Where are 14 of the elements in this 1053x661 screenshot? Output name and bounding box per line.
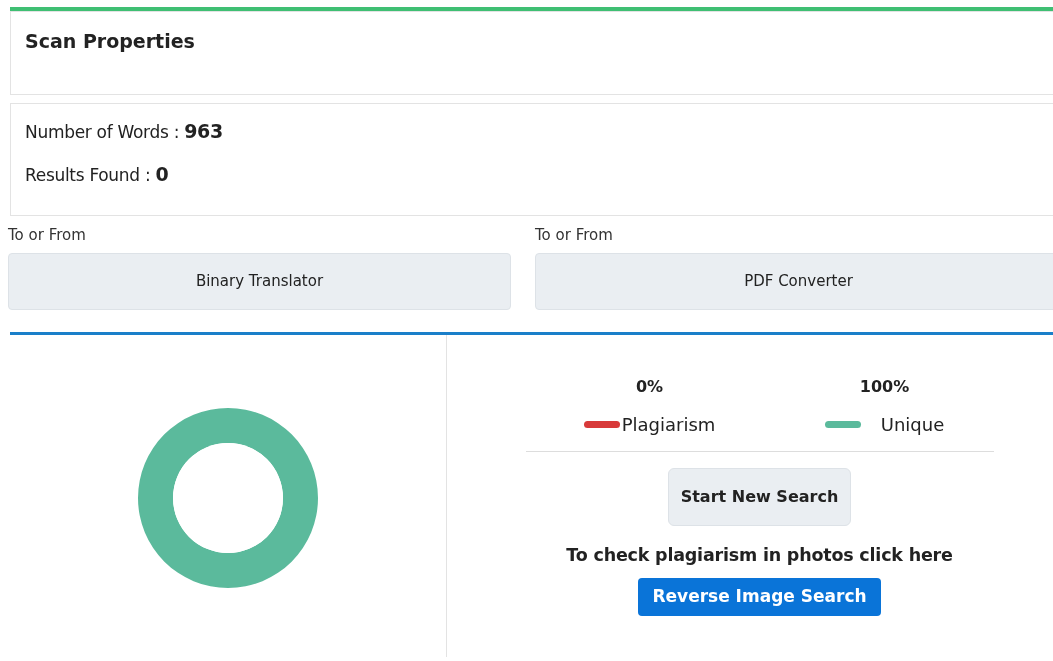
legend-label: Unique xyxy=(880,413,945,437)
stat-text: Results Found : 0 xyxy=(25,163,170,186)
hint-text: To check plagiarism in photos click here xyxy=(566,544,953,567)
caption-text: To or From xyxy=(8,226,87,244)
percent-text: 100% xyxy=(858,376,911,398)
stat-text: Number of Words : 963 xyxy=(25,120,224,143)
legend-label: Plagiarism xyxy=(621,413,716,437)
reverse-image-search-button[interactable]: Reverse Image Search xyxy=(638,578,881,616)
caption-text: To or From xyxy=(535,226,614,244)
tool-button[interactable]: Binary Translator xyxy=(8,253,511,310)
tool-button[interactable]: PDF Converter xyxy=(535,253,1053,310)
percent-text: 0% xyxy=(634,376,665,398)
new-search-button[interactable]: Start New Search xyxy=(667,468,852,526)
card-title: Scan Properties xyxy=(25,30,196,53)
